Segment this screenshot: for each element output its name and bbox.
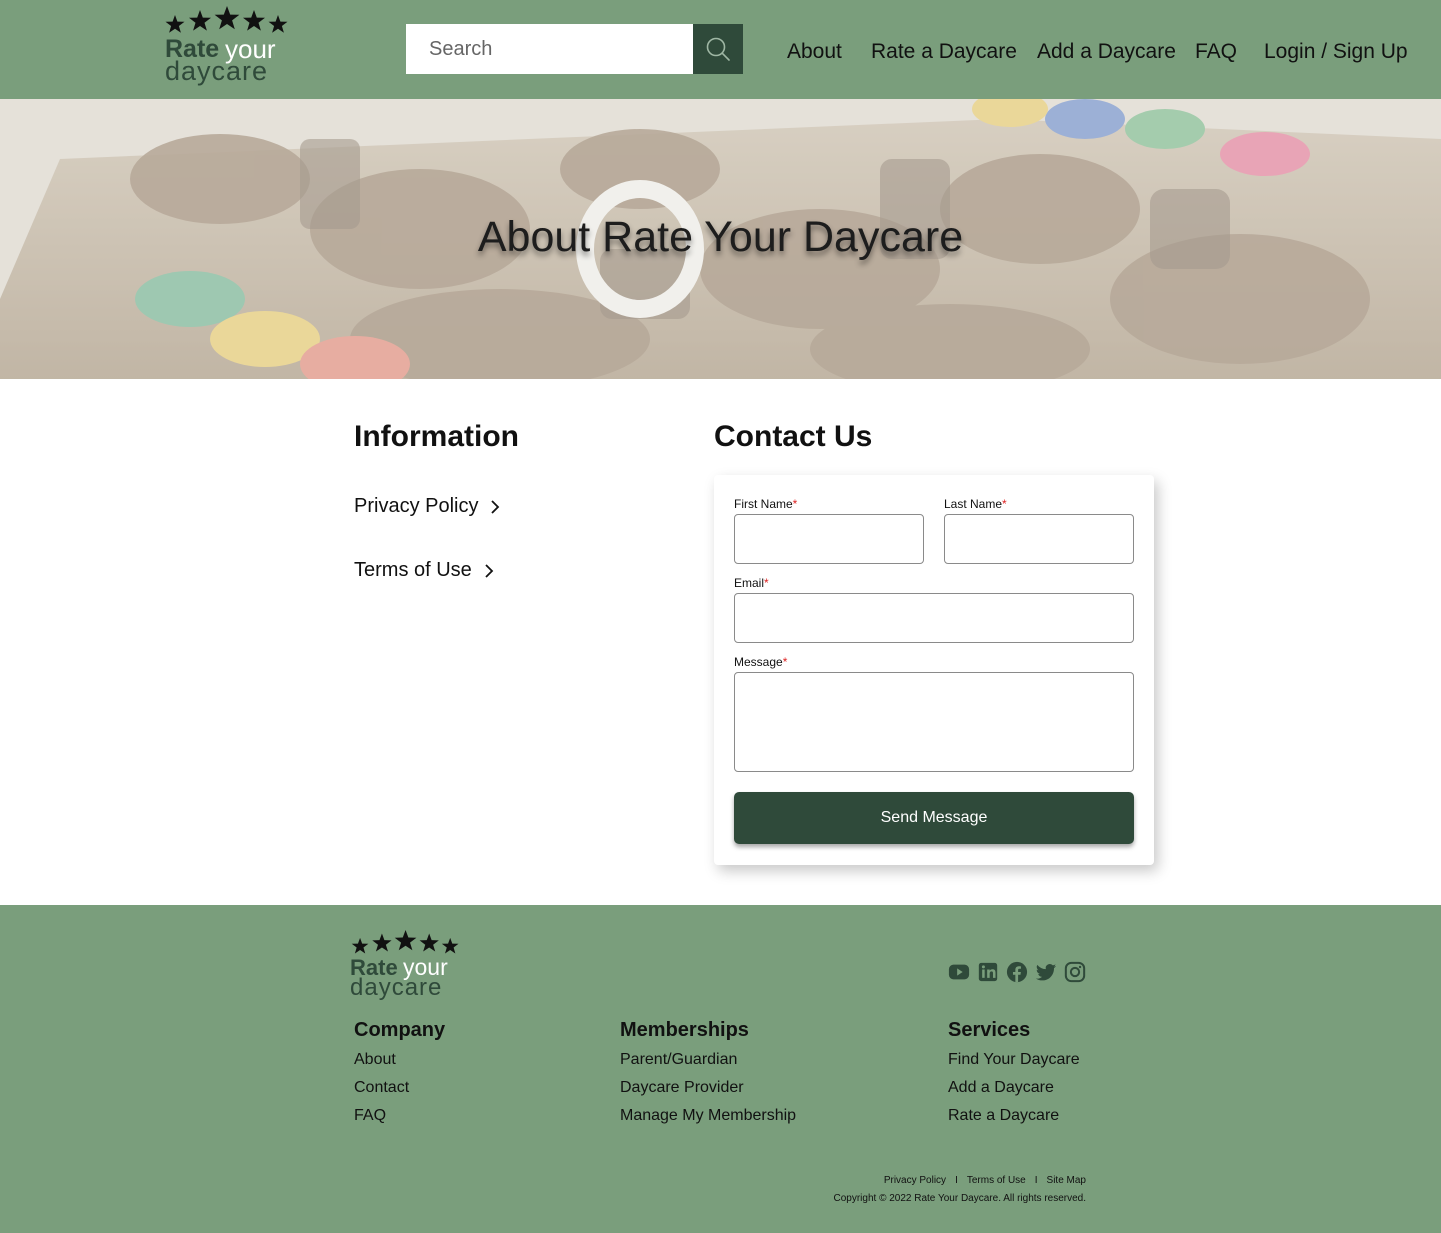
legal-link-terms-of-use[interactable]: Terms of Use — [967, 1175, 1026, 1186]
footer-link-contact[interactable]: Contact — [354, 1079, 409, 1097]
search-icon — [706, 37, 730, 61]
info-link-label: Privacy Policy — [354, 495, 479, 517]
footer-heading-memberships: Memberships — [620, 1019, 749, 1041]
footer-link-add-daycare[interactable]: Add a Daycare — [948, 1079, 1054, 1097]
legal-separator: I — [1034, 1175, 1038, 1186]
logo-text-daycare: daycare — [165, 56, 269, 86]
footer-link-daycare-provider[interactable]: Daycare Provider — [620, 1079, 744, 1097]
nav-faq[interactable]: FAQ — [1195, 40, 1237, 64]
message-label-text: Message — [734, 655, 783, 669]
required-marker: * — [764, 576, 769, 590]
contact-form: First Name* Last Name* Email* Message* S… — [714, 475, 1154, 865]
information-heading: Information — [354, 420, 519, 453]
footer-logo[interactable]: Rate your daycare — [350, 930, 462, 1002]
last-name-label-text: Last Name — [944, 497, 1003, 511]
facebook-icon[interactable] — [1006, 961, 1028, 983]
legal-separator: I — [955, 1175, 958, 1186]
footer-heading-company: Company — [354, 1019, 446, 1041]
twitter-icon[interactable] — [1035, 961, 1057, 983]
footer-link-manage-membership[interactable]: Manage My Membership — [620, 1107, 796, 1125]
search-input[interactable] — [406, 24, 693, 74]
chevron-right-icon — [485, 563, 494, 578]
email-field[interactable] — [734, 593, 1134, 643]
instagram-icon[interactable] — [1064, 961, 1086, 983]
youtube-icon[interactable] — [948, 961, 970, 983]
search-button[interactable] — [693, 24, 743, 74]
info-link-privacy-policy[interactable]: Privacy Policy — [354, 495, 502, 518]
first-name-field[interactable] — [734, 514, 924, 564]
nav-login-signup[interactable]: Login / Sign Up — [1264, 40, 1408, 64]
footer-link-rate-daycare[interactable]: Rate a Daycare — [948, 1107, 1059, 1125]
message-field[interactable] — [734, 672, 1134, 772]
info-link-terms-of-use[interactable]: Terms of Use — [354, 559, 496, 582]
site-logo[interactable]: Rate your daycare — [165, 6, 290, 88]
info-link-label: Terms of Use — [354, 559, 472, 581]
linkedin-icon[interactable] — [977, 961, 999, 983]
last-name-field[interactable] — [944, 514, 1134, 564]
required-marker: * — [792, 497, 798, 511]
footer-link-about[interactable]: About — [354, 1051, 396, 1069]
message-label: Message* — [734, 655, 787, 669]
first-name-label-text: First Name — [734, 497, 793, 511]
page-title: About Rate Your Daycare — [477, 213, 964, 261]
legal-links: Privacy Policy I Terms of Use I Site Map — [884, 1175, 1086, 1186]
legal-link-privacy-policy[interactable]: Privacy Policy — [884, 1175, 946, 1186]
required-marker: * — [782, 655, 788, 669]
footer-link-faq[interactable]: FAQ — [354, 1107, 386, 1125]
chevron-right-icon — [491, 499, 500, 514]
site-header: Rate your daycare About Rate a Daycare A… — [0, 0, 1441, 99]
footer-link-find-daycare[interactable]: Find Your Daycare — [948, 1051, 1080, 1069]
required-marker: * — [1002, 497, 1007, 511]
nav-add-a-daycare[interactable]: Add a Daycare — [1037, 40, 1176, 64]
logo-text-daycare: daycare — [350, 974, 443, 1001]
nav-rate-a-daycare[interactable]: Rate a Daycare — [871, 40, 1017, 64]
email-label-text: Email — [734, 576, 765, 590]
footer-link-parent-guardian[interactable]: Parent/Guardian — [620, 1051, 737, 1069]
email-label: Email* — [734, 576, 769, 590]
site-footer: Rate your daycare Company About Contact … — [0, 905, 1441, 1233]
first-name-label: First Name* — [734, 497, 797, 511]
send-message-button[interactable]: Send Message — [734, 792, 1134, 844]
legal-link-site-map[interactable]: Site Map — [1047, 1175, 1086, 1186]
copyright-text: Copyright © 2022 Rate Your Daycare. All … — [833, 1193, 1087, 1204]
contact-heading: Contact Us — [714, 420, 873, 453]
last-name-label: Last Name* — [944, 497, 1007, 511]
footer-heading-services: Services — [948, 1019, 1031, 1041]
hero-banner: About Rate Your Daycare — [0, 99, 1441, 379]
nav-about[interactable]: About — [787, 40, 842, 64]
